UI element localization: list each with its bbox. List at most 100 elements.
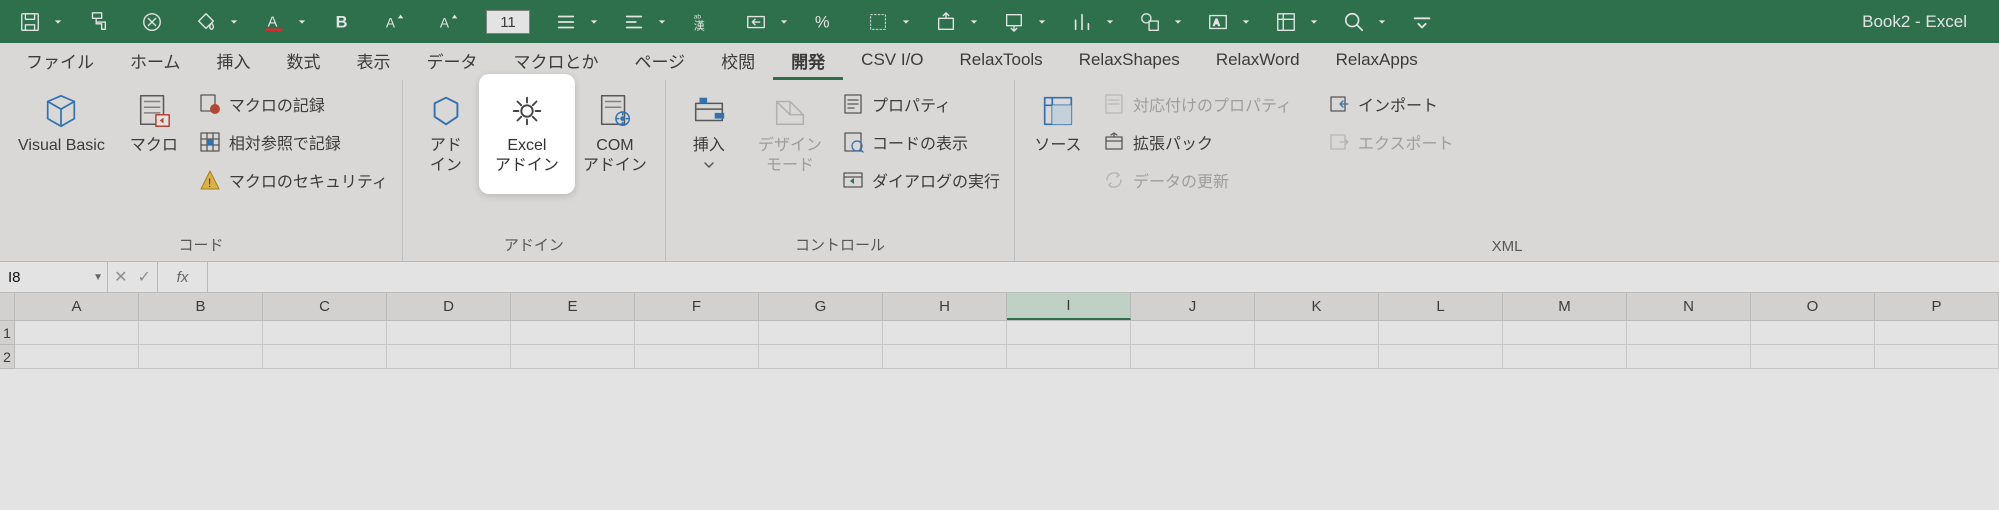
column-header[interactable]: J [1131,293,1255,320]
align-horizontal-icon[interactable] [548,4,584,40]
cell[interactable] [1503,345,1627,369]
textbox-icon[interactable]: A [1200,4,1236,40]
delete-cells-dropdown-icon[interactable] [1038,4,1046,40]
increase-font-icon[interactable]: A [378,4,414,40]
cell[interactable] [1627,345,1751,369]
export-button[interactable]: エクスポート [1322,128,1460,156]
cell[interactable] [759,321,883,345]
freeze-dropdown-icon[interactable] [1310,4,1318,40]
excel-addins-button[interactable]: Excel アドイン [485,84,569,184]
column-header[interactable]: E [511,293,635,320]
cell[interactable] [1751,321,1875,345]
cell[interactable] [883,321,1007,345]
column-header[interactable]: M [1503,293,1627,320]
tab-RelaxApps[interactable]: RelaxApps [1318,43,1436,80]
column-header[interactable]: F [635,293,759,320]
borders-icon[interactable] [860,4,896,40]
cell[interactable] [387,321,511,345]
column-header[interactable]: A [15,293,139,320]
column-header[interactable]: B [139,293,263,320]
macro-security-button[interactable]: ! マクロのセキュリティ [193,166,394,194]
font-size-input[interactable]: 11 [486,10,530,34]
insert-cells-dropdown-icon[interactable] [970,4,978,40]
refresh-data-button[interactable]: データの更新 [1097,166,1298,194]
select-all-corner[interactable] [0,293,15,320]
font-color-dropdown-icon[interactable] [298,4,306,40]
fx-icon[interactable]: fx [158,262,208,292]
textbox-dropdown-icon[interactable] [1242,4,1250,40]
tab-開発[interactable]: 開発 [773,43,843,80]
cell[interactable] [1627,321,1751,345]
cell[interactable] [1131,345,1255,369]
run-dialog-button[interactable]: ダイアログの実行 [836,166,1006,194]
tab-CSV I/O[interactable]: CSV I/O [843,43,941,80]
insert-control-button[interactable]: 挿入 [674,84,744,176]
map-properties-button[interactable]: 対応付けのプロパティ [1097,90,1298,118]
cell[interactable] [15,321,139,345]
source-button[interactable]: ソース [1023,84,1093,164]
addins-button[interactable]: アド イン [411,84,481,184]
macros-button[interactable]: マクロ [119,84,189,164]
cell[interactable] [883,345,1007,369]
column-header[interactable]: K [1255,293,1379,320]
column-header[interactable]: C [263,293,387,320]
cell[interactable] [1379,345,1503,369]
merge-dropdown-icon[interactable] [780,4,788,40]
save-icon[interactable] [12,4,48,40]
decrease-font-icon[interactable]: A [432,4,468,40]
tab-RelaxTools[interactable]: RelaxTools [942,43,1061,80]
font-color-icon[interactable]: A [256,4,292,40]
align-v-dropdown-icon[interactable] [658,4,666,40]
cell[interactable] [139,345,263,369]
delete-cells-icon[interactable] [996,4,1032,40]
clear-icon[interactable] [134,4,170,40]
row-header[interactable]: 1 [0,321,15,345]
fill-color-icon[interactable] [188,4,224,40]
merge-icon[interactable] [738,4,774,40]
tab-RelaxShapes[interactable]: RelaxShapes [1061,43,1198,80]
bold-icon[interactable]: B [324,4,360,40]
visual-basic-button[interactable]: Visual Basic [8,84,115,164]
row-header[interactable]: 2 [0,345,15,369]
formula-input[interactable] [208,262,1999,292]
enter-icon[interactable]: ✓ [138,267,151,287]
cell[interactable] [1875,345,1999,369]
shapes-dropdown-icon[interactable] [1174,4,1182,40]
tab-データ[interactable]: データ [409,43,496,80]
shapes-icon[interactable] [1132,4,1168,40]
fill-color-dropdown-icon[interactable] [230,4,238,40]
tab-ファイル[interactable]: ファイル [8,43,112,80]
freeze-panes-icon[interactable] [1268,4,1304,40]
name-box[interactable]: I8 ▼ [0,262,108,292]
cell[interactable] [1751,345,1875,369]
format-painter-icon[interactable] [80,4,116,40]
design-mode-button[interactable]: デザイン モード [748,84,832,184]
insert-cells-icon[interactable] [928,4,964,40]
column-header[interactable]: D [387,293,511,320]
chart-dropdown-icon[interactable] [1106,4,1114,40]
cell[interactable] [1379,321,1503,345]
borders-dropdown-icon[interactable] [902,4,910,40]
align-vertical-icon[interactable] [616,4,652,40]
view-code-button[interactable]: コードの表示 [836,128,1006,156]
cancel-icon[interactable]: ✕ [114,267,127,287]
properties-button[interactable]: プロパティ [836,90,1006,118]
cell[interactable] [1007,345,1131,369]
qat-customize-icon[interactable] [1404,4,1440,40]
cell[interactable] [759,345,883,369]
align-h-dropdown-icon[interactable] [590,4,598,40]
cell[interactable] [387,345,511,369]
tab-表示[interactable]: 表示 [339,43,409,80]
import-button[interactable]: インポート [1322,90,1460,118]
tab-ホーム[interactable]: ホーム [112,43,199,80]
column-header[interactable]: P [1875,293,1999,320]
cell[interactable] [1255,321,1379,345]
ruby-icon[interactable]: ab漢 [684,4,720,40]
cell[interactable] [1131,321,1255,345]
cell[interactable] [139,321,263,345]
cell[interactable] [1007,321,1131,345]
cell[interactable] [635,345,759,369]
zoom-dropdown-icon[interactable] [1378,4,1386,40]
cell[interactable] [1255,345,1379,369]
expansion-packs-button[interactable]: 拡張パック [1097,128,1298,156]
